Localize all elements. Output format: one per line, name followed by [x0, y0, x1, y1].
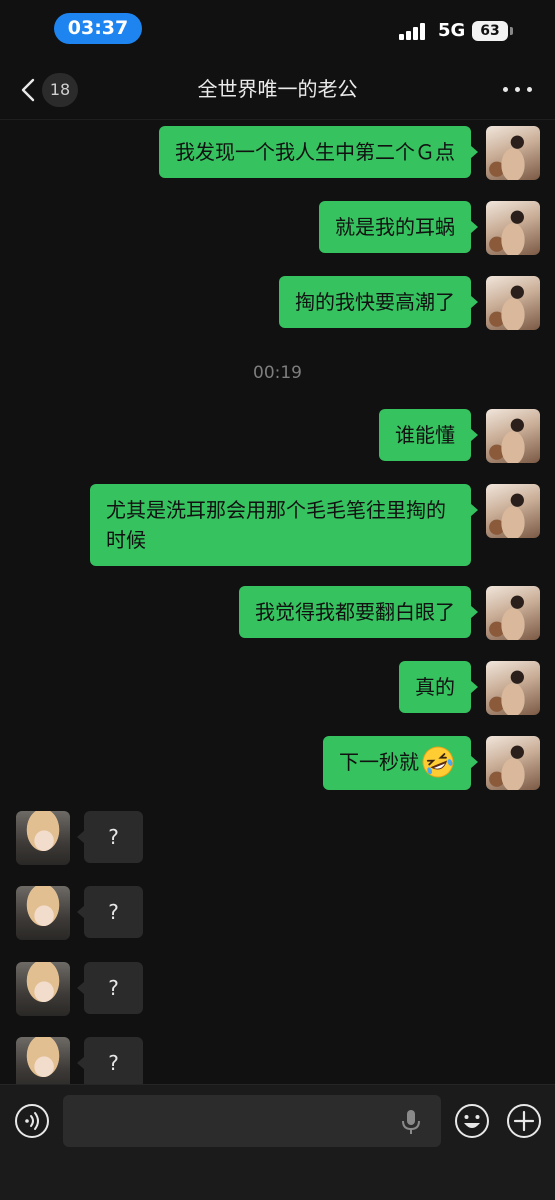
self-avatar[interactable] — [486, 661, 540, 715]
message-bubble[interactable]: ? — [77, 962, 143, 1014]
status-time[interactable]: 03:37 — [54, 13, 142, 44]
more-button[interactable] — [500, 76, 536, 102]
contact-avatar[interactable] — [16, 811, 70, 865]
input-bar — [0, 1084, 555, 1200]
status-bar: 03:37 5G 63 — [0, 0, 555, 58]
nav-bar: 全世界唯一的老公 18 — [0, 58, 555, 120]
message-input[interactable] — [63, 1095, 441, 1147]
message-bubble[interactable]: 我觉得我都要翻白眼了 — [239, 586, 478, 638]
self-avatar[interactable] — [486, 736, 540, 790]
message-bubble[interactable]: ? — [77, 886, 143, 938]
self-avatar[interactable] — [486, 484, 540, 538]
emoji-button[interactable] — [454, 1103, 490, 1139]
chat-screen: 03:37 5G 63 全世界唯一的老公 18 我发现一个我人生中第二个Ｇ点 就… — [0, 0, 555, 1200]
contact-avatar[interactable] — [16, 886, 70, 940]
battery-icon: 63 — [472, 21, 508, 41]
message-bubble[interactable]: 尤其是洗耳那会用那个毛毛笔往里掏的时候 — [90, 484, 478, 566]
message-bubble[interactable]: ? — [77, 1037, 143, 1084]
mic-icon[interactable] — [400, 1109, 422, 1135]
battery-tip — [510, 27, 513, 35]
chevron-left-icon — [21, 78, 35, 102]
network-label: 5G — [438, 20, 466, 41]
more-dots-icon — [503, 87, 508, 92]
self-avatar[interactable] — [486, 276, 540, 330]
unread-badge: 18 — [42, 73, 78, 107]
message-timestamp: 00:19 — [253, 363, 302, 383]
plus-icon — [507, 1104, 541, 1138]
self-avatar[interactable] — [486, 586, 540, 640]
message-bubble[interactable]: ? — [77, 811, 143, 863]
emoji-icon — [455, 1104, 489, 1138]
plus-button[interactable] — [506, 1103, 542, 1139]
self-avatar[interactable] — [486, 126, 540, 180]
message-list[interactable]: 我发现一个我人生中第二个Ｇ点 就是我的耳蜗 掏的我快要高潮了 00:19 谁能懂… — [0, 120, 555, 1084]
more-dot — [527, 87, 532, 92]
rolling-on-floor-laughing-emoji — [422, 746, 454, 777]
back-button[interactable]: 18 — [14, 72, 84, 108]
voice-button[interactable] — [14, 1103, 50, 1139]
message-bubble[interactable]: 掏的我快要高潮了 — [279, 276, 478, 328]
message-bubble[interactable]: 就是我的耳蜗 — [319, 201, 478, 253]
message-bubble-with-emoji[interactable]: 下一秒就 — [323, 736, 478, 790]
voice-icon — [15, 1104, 49, 1138]
self-avatar[interactable] — [486, 409, 540, 463]
message-bubble[interactable]: 谁能懂 — [379, 409, 478, 461]
more-dot — [515, 87, 520, 92]
message-bubble[interactable]: 我发现一个我人生中第二个Ｇ点 — [159, 126, 478, 178]
signal-icon — [399, 22, 429, 40]
message-text: 下一秒就 — [339, 750, 419, 774]
contact-avatar[interactable] — [16, 1037, 70, 1084]
self-avatar[interactable] — [486, 201, 540, 255]
contact-avatar[interactable] — [16, 962, 70, 1016]
message-bubble[interactable]: 真的 — [399, 661, 478, 713]
